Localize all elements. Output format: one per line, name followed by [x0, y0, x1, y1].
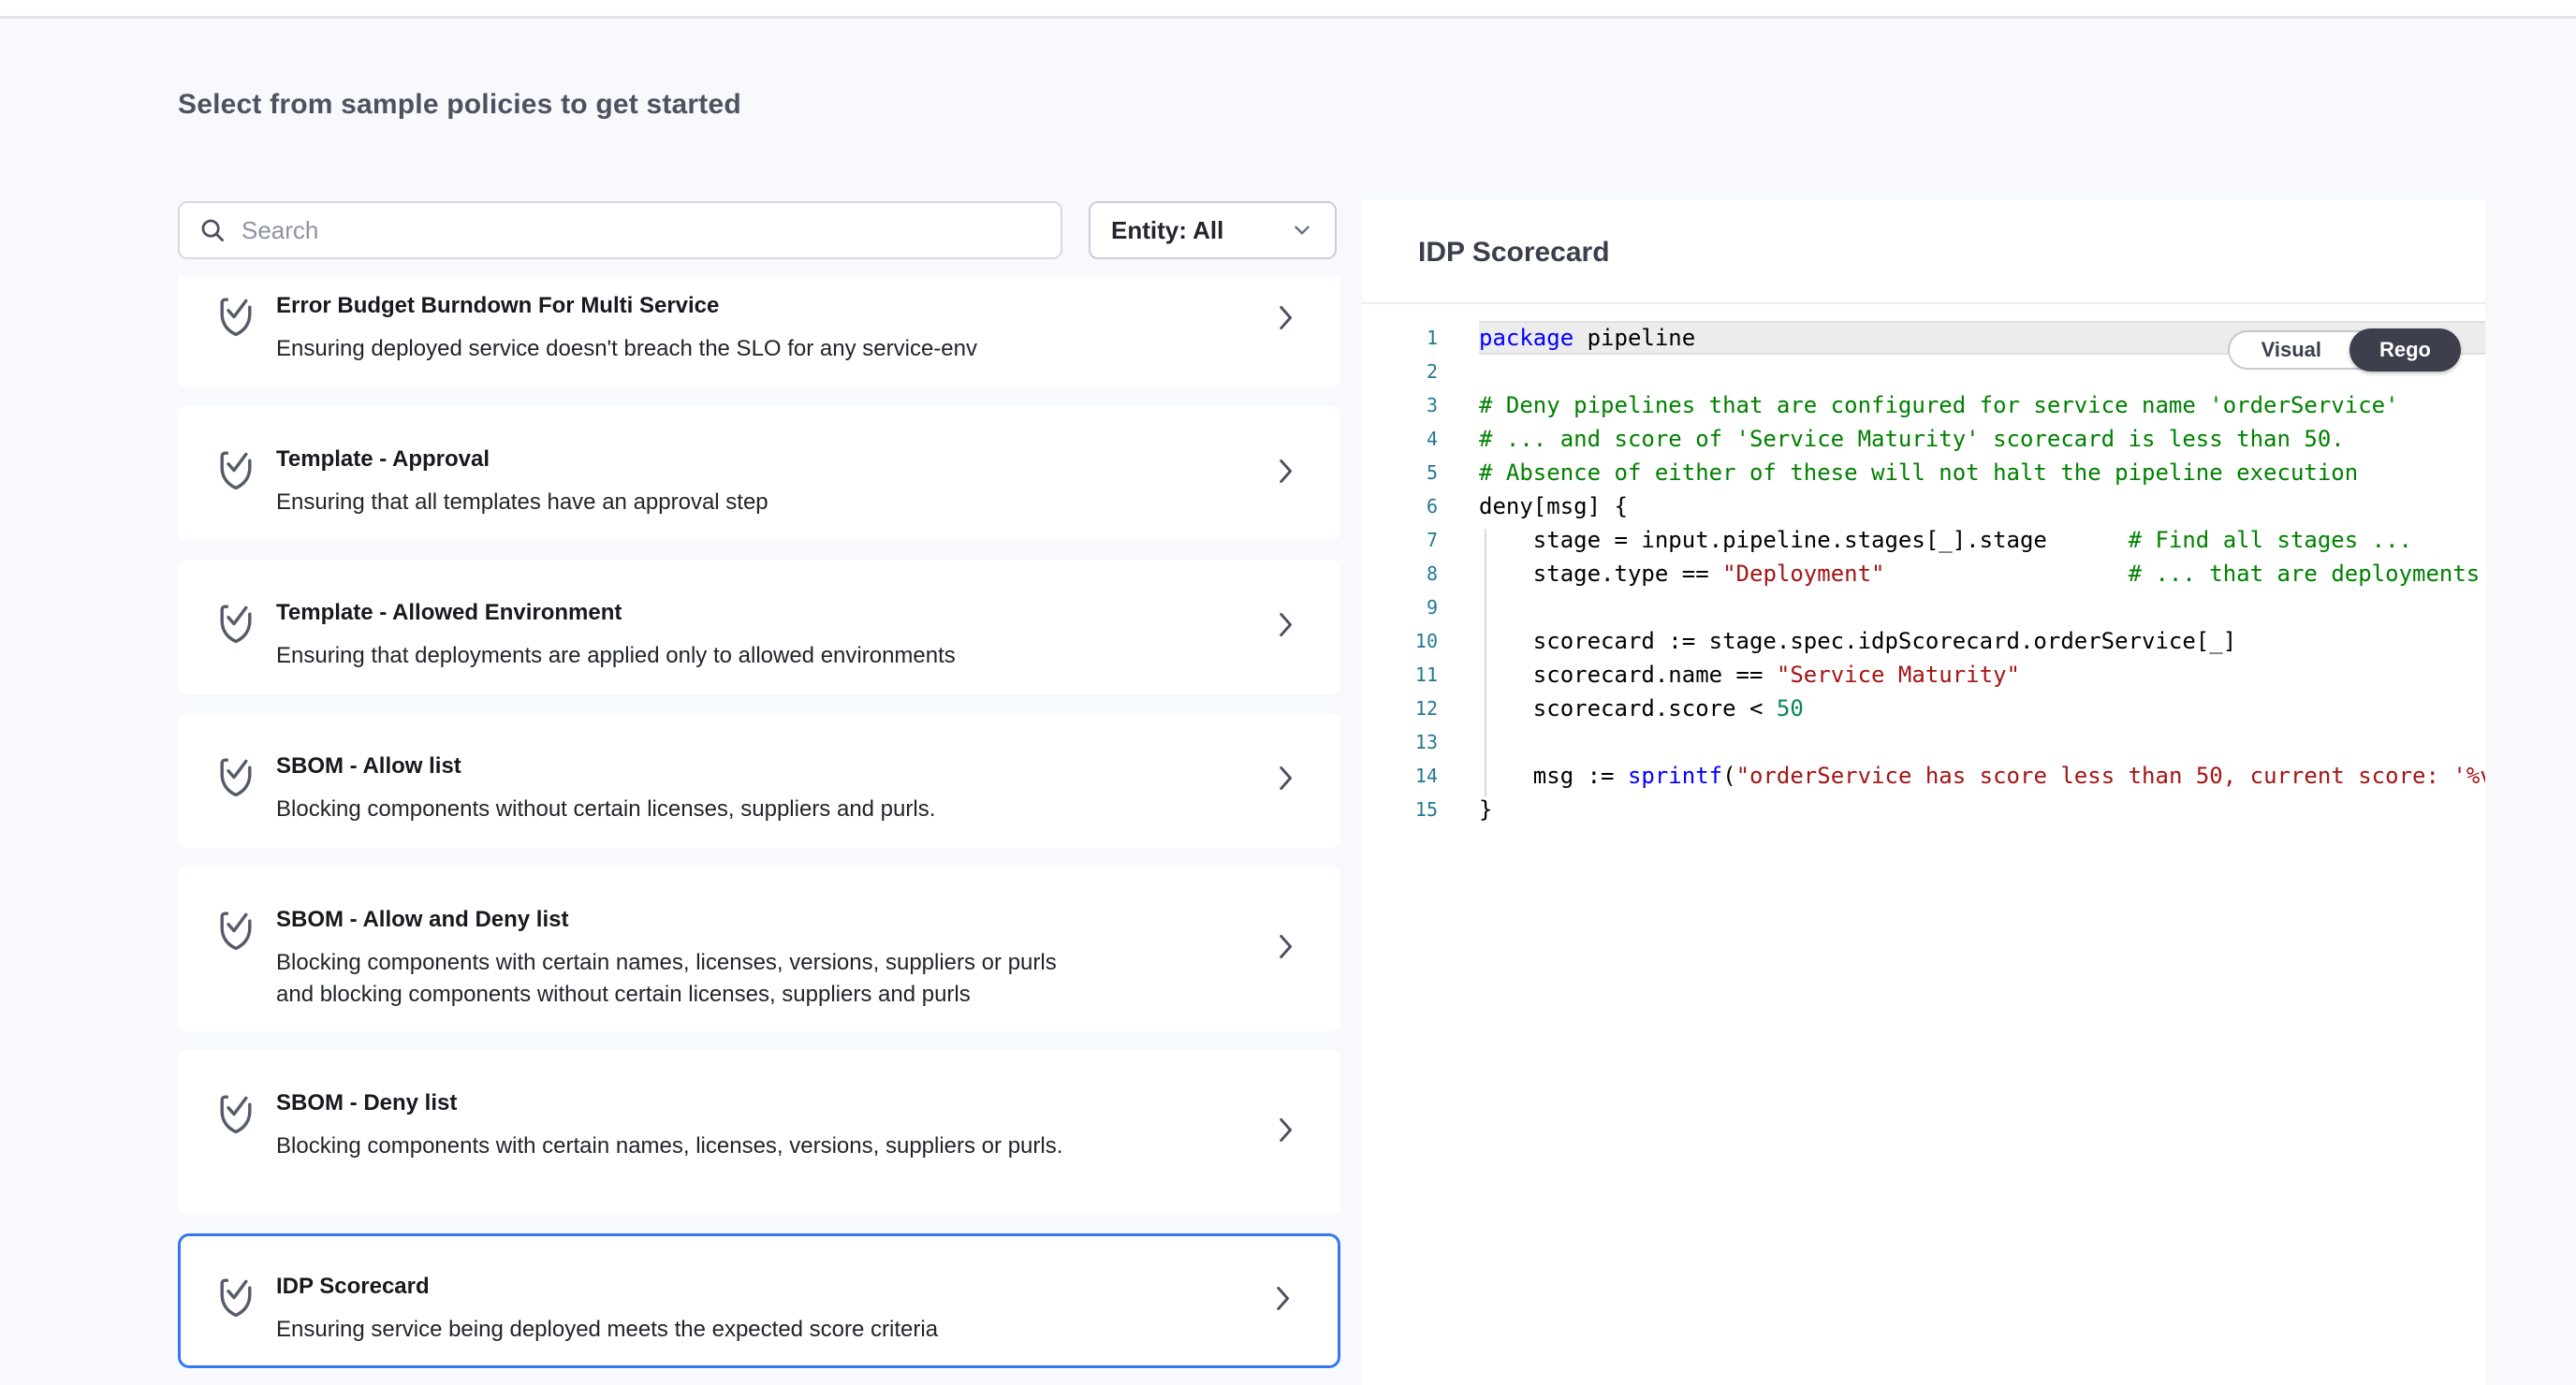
policy-card-text: Template - Approval Ensuring that all te…	[276, 444, 1100, 518]
policy-title: SBOM - Deny list	[276, 1090, 457, 1115]
code-line	[1479, 590, 2485, 624]
chevron-right-icon[interactable]	[1271, 932, 1299, 967]
shield-check-icon	[213, 904, 258, 959]
policy-card-sbom-deny-list[interactable]: SBOM - Deny list Blocking components wit…	[178, 1050, 1340, 1215]
policy-title: Template - Approval	[276, 446, 490, 472]
line-number: 4	[1362, 422, 1479, 456]
code-content: package pipeline# Deny pipelines that ar…	[1479, 321, 2485, 826]
search-input[interactable]	[242, 216, 1042, 245]
chevron-right-icon[interactable]	[1271, 764, 1299, 798]
editor-mode-toggle: Visual Rego	[2228, 330, 2461, 370]
line-number-gutter: 123456789101112131415	[1362, 321, 1479, 826]
page-title: Select from sample policies to get start…	[178, 89, 741, 121]
policy-card-text: SBOM - Allow list Blocking components wi…	[276, 751, 1100, 825]
policy-description: Blocking components without certain lice…	[276, 794, 1081, 825]
line-number: 1	[1362, 321, 1479, 355]
entity-filter-label: Entity: All	[1111, 216, 1223, 245]
code-line: scorecard := stage.spec.idpScorecard.ord…	[1479, 624, 2485, 658]
policy-card-error-budget-burndown-for-multi-service[interactable]: Error Budget Burndown For Multi Service …	[178, 276, 1340, 387]
policy-title: Error Budget Burndown For Multi Service	[276, 293, 719, 318]
line-number: 7	[1362, 523, 1479, 557]
chevron-right-icon[interactable]	[1268, 1284, 1296, 1319]
policy-card-text: Error Budget Burndown For Multi Service …	[276, 290, 1100, 365]
divider	[1362, 302, 2485, 304]
search-box[interactable]	[178, 201, 1062, 259]
code-line: deny[msg] {	[1479, 489, 2485, 523]
line-number: 8	[1362, 557, 1479, 590]
chevron-right-icon[interactable]	[1271, 610, 1299, 645]
line-number: 13	[1362, 725, 1479, 759]
policy-description: Blocking components with certain names, …	[276, 947, 1081, 1011]
search-icon	[198, 216, 227, 244]
code-line: scorecard.score < 50	[1479, 692, 2485, 725]
policy-title: Template - Allowed Environment	[276, 600, 622, 625]
shield-check-icon	[213, 751, 258, 806]
chevron-right-icon[interactable]	[1271, 303, 1299, 338]
policy-card-text: IDP Scorecard Ensuring service being dep…	[276, 1271, 1100, 1346]
code-line: # ... and score of 'Service Maturity' sc…	[1479, 422, 2485, 456]
code-line: }	[1479, 793, 2485, 826]
chevron-right-icon[interactable]	[1271, 457, 1299, 491]
code-line: stage.type == "Deployment" # ... that ar…	[1479, 557, 2485, 590]
policy-description: Blocking components with certain names, …	[276, 1130, 1081, 1162]
shield-check-icon	[213, 290, 258, 345]
policy-preview-panel: IDP Scorecard 123456789101112131415 pack…	[1362, 199, 2485, 1385]
shield-check-icon	[213, 1271, 258, 1326]
policy-card-sbom-allow-and-deny-list[interactable]: SBOM - Allow and Deny list Blocking comp…	[178, 867, 1340, 1031]
policy-title: IDP Scorecard	[276, 1274, 430, 1299]
code-line: # Deny pipelines that are configured for…	[1479, 388, 2485, 422]
line-number: 9	[1362, 590, 1479, 624]
policy-card-sbom-allow-list[interactable]: SBOM - Allow list Blocking components wi…	[178, 713, 1340, 848]
policy-card-text: Template - Allowed Environment Ensuring …	[276, 597, 1100, 672]
line-number: 3	[1362, 388, 1479, 422]
line-number: 14	[1362, 759, 1479, 793]
policy-card-template-approval[interactable]: Template - Approval Ensuring that all te…	[178, 406, 1340, 541]
line-number: 15	[1362, 793, 1479, 826]
line-number: 6	[1362, 489, 1479, 523]
indent-guide	[1485, 529, 1486, 796]
top-bar	[0, 0, 2576, 19]
line-number: 10	[1362, 624, 1479, 658]
line-number: 2	[1362, 355, 1479, 388]
policy-title: SBOM - Allow and Deny list	[276, 907, 568, 932]
shield-check-icon	[213, 444, 258, 499]
code-line: scorecard.name == "Service Maturity"	[1479, 658, 2485, 692]
code-line	[1479, 725, 2485, 759]
line-number: 5	[1362, 456, 1479, 489]
line-number: 11	[1362, 658, 1479, 692]
chevron-right-icon[interactable]	[1271, 1115, 1299, 1150]
rego-code-editor[interactable]: 123456789101112131415 package pipeline# …	[1362, 321, 2485, 845]
policy-card-text: SBOM - Deny list Blocking components wit…	[276, 1087, 1100, 1162]
policy-card-text: SBOM - Allow and Deny list Blocking comp…	[276, 904, 1100, 1011]
policy-card-idp-scorecard[interactable]: IDP Scorecard Ensuring service being dep…	[178, 1233, 1340, 1368]
policy-description: Ensuring that deployments are applied on…	[276, 640, 1081, 672]
policy-description: Ensuring deployed service doesn't breach…	[276, 333, 1081, 365]
line-number: 12	[1362, 692, 1479, 725]
chevron-down-icon	[1290, 218, 1314, 242]
policy-list: Error Budget Burndown For Multi Service …	[178, 276, 1340, 1385]
entity-filter-dropdown[interactable]: Entity: All	[1089, 201, 1337, 259]
policy-card-template-allowed-environment[interactable]: Template - Allowed Environment Ensuring …	[178, 560, 1340, 694]
shield-check-icon	[213, 597, 258, 652]
code-line: stage = input.pipeline.stages[_].stage #…	[1479, 523, 2485, 557]
policy-description: Ensuring service being deployed meets th…	[276, 1314, 1081, 1346]
visual-mode-button[interactable]: Visual	[2230, 330, 2349, 370]
policy-title: SBOM - Allow list	[276, 753, 461, 779]
code-line: msg := sprintf("orderService has score l…	[1479, 759, 2485, 793]
shield-check-icon	[213, 1087, 258, 1143]
code-line: # Absence of either of these will not ha…	[1479, 456, 2485, 489]
preview-title: IDP Scorecard	[1418, 237, 1610, 269]
rego-mode-button[interactable]: Rego	[2349, 328, 2461, 372]
policy-description: Ensuring that all templates have an appr…	[276, 487, 1081, 518]
